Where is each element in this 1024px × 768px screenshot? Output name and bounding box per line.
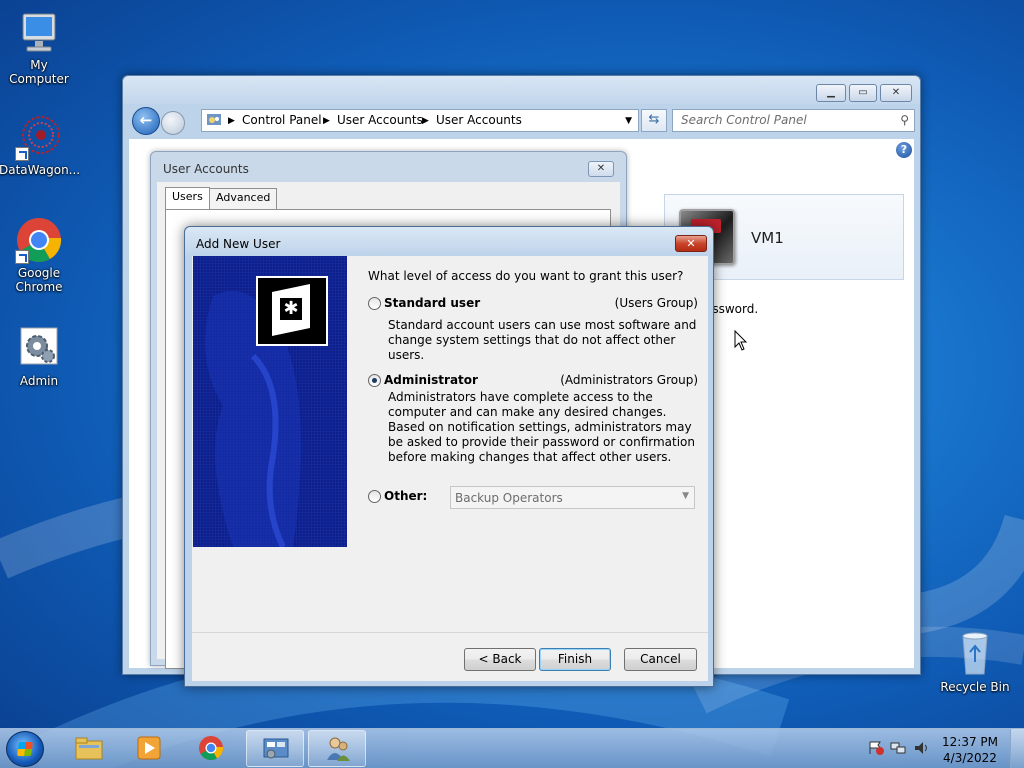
maximize-button[interactable]: ▭ (849, 84, 877, 102)
breadcrumb-user-accounts-current[interactable]: User Accounts (436, 113, 522, 127)
close-button[interactable]: ✕ (588, 161, 614, 177)
breadcrumb-user-accounts[interactable]: User Accounts (337, 113, 423, 127)
dialog-title: User Accounts (163, 162, 249, 176)
standard-user-radio[interactable] (368, 297, 381, 310)
forward-arrow-icon[interactable] (161, 111, 185, 135)
option-description: Standard account users can use most soft… (388, 318, 697, 362)
back-button[interactable]: < Back (464, 648, 536, 671)
search-icon[interactable]: ⚲ (900, 113, 909, 127)
navigation-bar: ← ▶ Control Panel ▶ User Accounts ▶ User… (129, 106, 915, 136)
clock-date: 4/3/2022 (943, 751, 997, 765)
address-bar[interactable]: ▶ Control Panel ▶ User Accounts ▶ User A… (201, 109, 639, 132)
taskbar: 12:37 PM 4/3/2022 (0, 728, 1024, 768)
chrome-icon (199, 736, 224, 761)
taskbar-control-panel[interactable] (246, 730, 304, 767)
administrator-radio[interactable] (368, 374, 381, 387)
breadcrumb-separator-icon: ▶ (323, 116, 330, 126)
clock-time: 12:37 PM (942, 735, 998, 749)
search-placeholder: Search Control Panel (681, 113, 807, 127)
option-label: Standard user (384, 296, 481, 310)
breadcrumb-control-panel[interactable]: Control Panel (242, 113, 322, 127)
dialog-titlebar[interactable]: Add New User ✕ (185, 227, 713, 257)
media-player-icon (137, 736, 161, 760)
computer-icon (15, 8, 63, 56)
help-icon[interactable]: ? (896, 142, 912, 158)
recycle-bin-icon (951, 630, 999, 678)
mouse-cursor-icon (734, 330, 748, 351)
tab-advanced[interactable]: Advanced (209, 188, 278, 209)
wizard-sidebar-image: ✱ (193, 256, 347, 547)
desktop-icon-label: Admin (19, 374, 59, 388)
datawagon-icon (15, 113, 63, 161)
system-clock[interactable]: 12:37 PM 4/3/2022 (942, 734, 998, 766)
chevron-down-icon: ▼ (682, 491, 689, 501)
cancel-button[interactable]: Cancel (624, 648, 697, 671)
control-panel-icon (263, 738, 289, 759)
taskbar-explorer[interactable] (60, 730, 118, 767)
refresh-icon[interactable]: ⇆ (641, 109, 667, 132)
other-option[interactable]: Other: (368, 489, 448, 509)
option-description: Administrators have complete access to t… (388, 390, 696, 464)
search-input[interactable]: Search Control Panel ⚲ (672, 109, 915, 132)
option-label: Administrator (384, 373, 478, 387)
option-label: Other: (384, 489, 428, 503)
desktop-icon-admin[interactable]: Admin (0, 324, 79, 388)
desktop-icon-recycle-bin[interactable]: Recycle Bin (935, 630, 1015, 694)
desktop-icon-label: Google Chrome (15, 266, 63, 294)
address-dropdown-icon[interactable]: ▼ (625, 116, 632, 126)
breadcrumb-separator-icon: ▶ (422, 116, 429, 126)
desktop-icon-label: My Computer (9, 58, 69, 86)
desktop-icon-my-computer[interactable]: My Computer (0, 8, 79, 86)
option-group: (Users Group) (614, 296, 698, 310)
tab-users[interactable]: Users (165, 187, 210, 210)
taskbar-chrome[interactable] (182, 730, 240, 767)
add-new-user-dialog[interactable]: Add New User ✕ ✱ What level of access do… (184, 226, 714, 687)
other-group-select[interactable]: Backup Operators ▼ (450, 486, 695, 509)
dialog-title: Add New User (196, 237, 281, 251)
window-titlebar[interactable]: ▁ ▭ ✕ (123, 76, 920, 104)
volume-icon[interactable] (914, 741, 930, 755)
access-question: What level of access do you want to gran… (368, 269, 684, 283)
desktop-icon-label: DataWagon... (0, 163, 81, 177)
administrator-option[interactable]: Administrator (Administrators Group) Adm… (368, 373, 698, 473)
desktop-icon-google-chrome[interactable]: Google Chrome (0, 216, 79, 294)
back-arrow-icon[interactable]: ← (132, 107, 160, 135)
user-name: VM1 (751, 229, 784, 247)
finish-button[interactable]: Finish (539, 648, 611, 671)
shortcut-arrow-icon (15, 250, 29, 264)
select-value: Backup Operators (455, 491, 563, 505)
chrome-icon (15, 216, 63, 264)
desktop-icon-label: Recycle Bin (940, 680, 1010, 694)
divider (192, 632, 708, 633)
taskbar-user-accounts[interactable] (308, 730, 366, 767)
option-group: (Administrators Group) (560, 373, 698, 387)
other-radio[interactable] (368, 490, 381, 503)
taskbar-media-player[interactable] (120, 730, 178, 767)
folder-icon (75, 737, 103, 760)
desktop-icon-datawagon[interactable]: DataWagon... (0, 113, 81, 177)
control-panel-icon (206, 112, 222, 128)
breadcrumb-separator-icon: ▶ (228, 116, 235, 126)
show-desktop-button[interactable] (1010, 729, 1024, 768)
standard-user-option[interactable]: Standard user (Users Group) Standard acc… (368, 296, 698, 362)
minimize-button[interactable]: ▁ (816, 84, 846, 102)
action-center-flag-icon[interactable] (868, 741, 884, 755)
user-wizard-icon: ✱ (256, 276, 328, 346)
network-icon[interactable] (890, 741, 906, 755)
shortcut-arrow-icon (15, 147, 29, 161)
close-button[interactable]: ✕ (880, 84, 912, 102)
close-button[interactable]: ✕ (675, 235, 707, 252)
dialog-body: ✱ What level of access do you want to gr… (192, 256, 708, 681)
users-icon (327, 737, 350, 761)
settings-gear-icon (15, 324, 63, 372)
start-button[interactable] (6, 731, 44, 767)
